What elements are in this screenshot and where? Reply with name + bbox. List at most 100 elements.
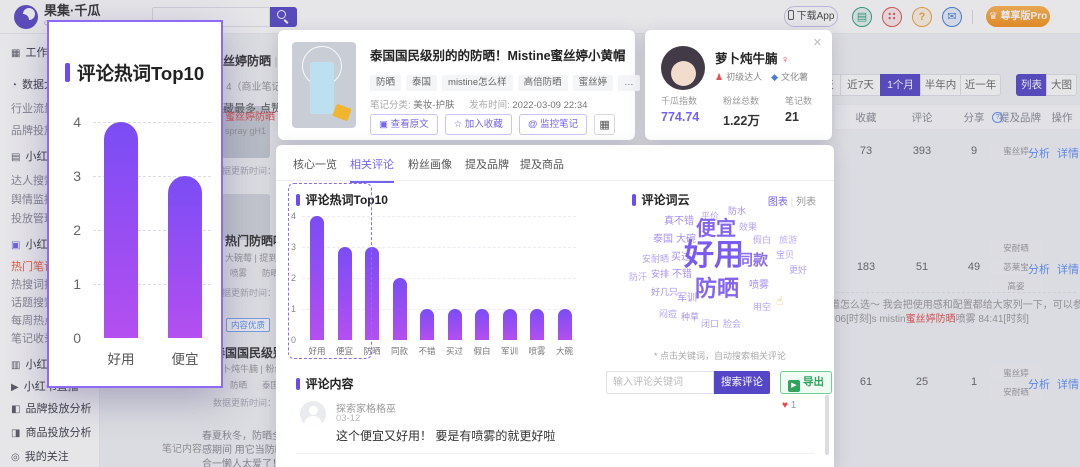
y-tick-label: 4 bbox=[73, 114, 81, 130]
bar-好用 bbox=[104, 122, 138, 338]
wordcloud-word[interactable]: 宝贝 bbox=[776, 251, 794, 260]
x-tick-label: 喷雾 bbox=[528, 346, 546, 356]
wordcloud-word[interactable]: 便宜 bbox=[696, 219, 736, 239]
bar-假白[interactable] bbox=[475, 309, 489, 340]
title-accent-bar bbox=[65, 63, 70, 82]
bar-军训[interactable] bbox=[502, 309, 517, 340]
tab-核心一览[interactable]: 核心一览 bbox=[293, 156, 337, 181]
wordcloud-word[interactable]: 安排 bbox=[651, 270, 669, 279]
note-tag[interactable]: 高倍防晒 bbox=[517, 75, 568, 91]
comment-text: 这个便宜又好用！ 要是有喷雾的就更好啦 bbox=[336, 429, 556, 443]
note-tag[interactable]: 防晒 bbox=[370, 75, 402, 91]
female-icon: ♀ bbox=[781, 54, 790, 66]
wordcloud-word[interactable]: 好用 bbox=[684, 241, 744, 271]
wordcloud-word[interactable]: 泰国 bbox=[653, 235, 673, 245]
note-tag[interactable]: 蜜丝婷 bbox=[572, 75, 614, 91]
comment-date: 03-12 bbox=[336, 413, 361, 424]
stat-value: 774.74 bbox=[661, 110, 700, 124]
wordcloud-toggle-列表[interactable]: 列表 bbox=[796, 197, 816, 208]
tab-粉丝画像[interactable]: 粉丝画像 bbox=[408, 156, 452, 181]
comments-scrollbar[interactable] bbox=[825, 395, 829, 455]
stat-value: 1.22万 bbox=[723, 114, 760, 128]
y-tick-label: 2 bbox=[73, 222, 81, 238]
wordcloud-word[interactable]: 防晒 bbox=[695, 278, 739, 300]
note-cover-image[interactable] bbox=[292, 42, 356, 128]
commenter-avatar bbox=[300, 401, 326, 427]
x-tick-label: 同款 bbox=[390, 346, 408, 356]
stat-value: 21 bbox=[785, 110, 799, 124]
x-tick-label: 不错 bbox=[418, 346, 436, 356]
bar-不错[interactable] bbox=[420, 309, 434, 340]
comment-likes[interactable]: ♥ 1 bbox=[782, 400, 796, 411]
gridline bbox=[93, 122, 211, 123]
note-title: 泰国国民级别的的防晒！Mistine蜜丝婷小黄帽 bbox=[370, 49, 626, 63]
note-action-buttons: ▣ 查看原文 ☆ 加入收藏 @ 监控笔记 ▦ bbox=[370, 114, 616, 135]
bar-同款[interactable] bbox=[392, 278, 407, 340]
bar-买过[interactable] bbox=[447, 309, 462, 340]
wordcloud-word[interactable]: 安耐晒 bbox=[642, 255, 669, 264]
comments-section-title: 评论内容 bbox=[296, 375, 354, 392]
wordcloud-view-toggle: 图表 | 列表 bbox=[768, 193, 816, 208]
sunscreen-bottle-graphic bbox=[310, 62, 334, 114]
toggle-separator: | bbox=[787, 197, 796, 208]
tab-提及品牌[interactable]: 提及品牌 bbox=[465, 156, 509, 181]
note-tag[interactable]: 泰国 bbox=[406, 75, 438, 91]
search-comments-button[interactable]: 搜索评论 bbox=[714, 371, 770, 394]
wordcloud-toggle-图表[interactable]: 图表 bbox=[768, 197, 788, 208]
wordcloud-word[interactable]: 同款 bbox=[738, 253, 768, 268]
stat-label: 粉丝总数 bbox=[723, 96, 760, 106]
tabs-divider bbox=[276, 180, 834, 181]
x-tick-label: 好用 bbox=[107, 352, 135, 367]
comment-keyword-input[interactable] bbox=[606, 371, 714, 394]
qr-code-button[interactable]: ▦ bbox=[594, 114, 616, 135]
bar-大碗[interactable] bbox=[557, 309, 572, 340]
wordcloud-word[interactable]: 喷雾 bbox=[749, 281, 769, 291]
wordcloud-word[interactable]: 旅游 bbox=[779, 236, 797, 245]
x-tick-label: 大碗 bbox=[555, 346, 573, 356]
x-tick-label: 便宜 bbox=[171, 352, 199, 367]
wordcloud-word[interactable]: 防汗 bbox=[629, 273, 647, 282]
y-tick-label: 1 bbox=[73, 276, 81, 292]
note-tag[interactable]: … bbox=[618, 75, 640, 91]
查看原文-button[interactable]: ▣ 查看原文 bbox=[370, 114, 438, 135]
wordcloud-word[interactable]: 军训 bbox=[677, 294, 697, 304]
tab-提及商品[interactable]: 提及商品 bbox=[520, 156, 564, 181]
wordcloud-word[interactable]: 闭口 bbox=[701, 320, 719, 329]
wordcloud-word[interactable]: 好几只 bbox=[651, 288, 678, 297]
note-meta: 笔记分类: 美妆-护肤 发布时间: 2022-03-09 22:34 bbox=[370, 100, 588, 111]
close-icon[interactable]: ✕ bbox=[813, 36, 822, 49]
note-tags: 防晒 泰国 mistine怎么样 高倍防晒 蜜丝婷… bbox=[370, 72, 645, 91]
comment-divider bbox=[296, 453, 814, 454]
wordcloud-word[interactable]: 脸会 bbox=[723, 320, 741, 329]
y-tick-label: 3 bbox=[73, 168, 81, 184]
wordcloud-word[interactable]: 闷痘 bbox=[659, 310, 677, 319]
bar-喷雾[interactable] bbox=[530, 309, 544, 340]
note-detail-card: 泰国国民级别的的防晒！Mistine蜜丝婷小黄帽 防晒 泰国 mistine怎么样高… bbox=[278, 30, 640, 140]
监控笔记-button[interactable]: @ 监控笔记 bbox=[518, 114, 588, 135]
加入收藏-button[interactable]: ☆ 加入收藏 bbox=[444, 114, 512, 135]
badge-label: 文化薯 bbox=[781, 72, 809, 82]
note-tag[interactable]: mistine怎么样 bbox=[442, 75, 513, 91]
wordcloud-word[interactable]: 种草 bbox=[681, 313, 699, 322]
wordcloud-word[interactable]: 防水 bbox=[728, 207, 746, 216]
stat-label: 千瓜指数 bbox=[661, 96, 698, 106]
qiangua-analytics-app: 果集·千瓜 QIANGUA 下载App ♛ 尊享版Pro ▤∷?✉ ▦工作台◔数… bbox=[0, 0, 1080, 467]
wordcloud-word[interactable]: 效果 bbox=[739, 223, 757, 232]
tab-相关评论[interactable]: 相关评论 bbox=[350, 156, 394, 183]
author-avatar[interactable] bbox=[661, 46, 705, 90]
export-icon: ▶ bbox=[788, 380, 800, 392]
wordcloud-word[interactable]: 假白 bbox=[753, 236, 771, 245]
monitor-icon: @ bbox=[527, 119, 541, 130]
bar-便宜 bbox=[168, 176, 202, 338]
wordcloud-word[interactable]: 更好 bbox=[789, 266, 807, 275]
badge-label: 初级达人 bbox=[726, 72, 763, 82]
wordcloud-word[interactable]: 真不错 bbox=[664, 217, 694, 227]
wordcloud-word[interactable]: 不错 bbox=[672, 270, 692, 280]
author-card: ✕ 萝卜炖牛腩 ♀ ♟ 初级达人 ◆ 文化薯 千瓜指数 774.74 粉丝总数 1.22万 笔… bbox=[645, 30, 832, 140]
zoom-selection-box[interactable] bbox=[288, 183, 372, 359]
wordcloud-hint: * 点击关键词，自动搜索相关评论 bbox=[654, 351, 787, 361]
stat-label: 笔记数 bbox=[785, 96, 813, 106]
wordcloud-word[interactable]: 用空 bbox=[753, 303, 771, 312]
thumb-up-icon[interactable]: ☝ bbox=[776, 295, 783, 307]
export-button[interactable]: ▶ 导出 bbox=[780, 371, 832, 394]
